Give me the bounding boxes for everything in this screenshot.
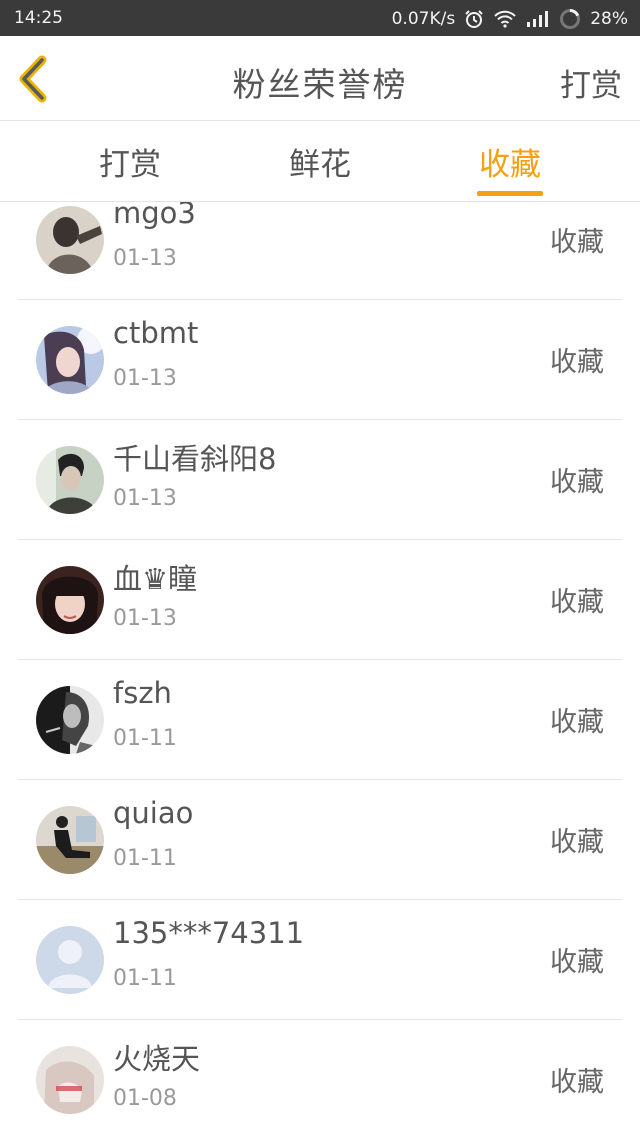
action-label: 收藏 xyxy=(550,587,604,618)
date: 01-13 xyxy=(113,486,177,511)
status-right-group: 0.07K/s 28% xyxy=(392,8,628,30)
username: mgo3 xyxy=(113,202,196,230)
list-item[interactable]: 火烧天 01-08 收藏 xyxy=(0,1020,640,1138)
username: ctbmt xyxy=(113,316,199,350)
action-label: 收藏 xyxy=(550,467,604,498)
action-label: 收藏 xyxy=(550,947,604,978)
avatar xyxy=(36,206,104,274)
fan-list[interactable]: mgo3 01-13 收藏 ctbmt 01-13 收藏 千山看斜阳8 01-1… xyxy=(0,202,640,1138)
avatar xyxy=(36,1046,104,1114)
active-tab-indicator xyxy=(477,191,543,196)
list-item[interactable]: mgo3 01-13 收藏 xyxy=(0,202,640,300)
action-label: 收藏 xyxy=(550,1067,604,1098)
action-label: 收藏 xyxy=(550,827,604,858)
tab-bar: 打赏 鲜花 收藏 xyxy=(0,121,640,202)
date: 01-11 xyxy=(113,726,177,751)
date: 01-08 xyxy=(113,1086,177,1111)
username: 135***74311 xyxy=(113,916,305,950)
back-button[interactable] xyxy=(12,54,60,104)
tab-flowers[interactable]: 鲜花 xyxy=(260,139,380,184)
username: fszh xyxy=(113,676,172,710)
tab-favorites[interactable]: 收藏 xyxy=(450,139,570,184)
status-time: 14:25 xyxy=(14,8,63,28)
username: 火烧天 xyxy=(113,1042,201,1076)
list-item[interactable]: fszh 01-11 收藏 xyxy=(0,660,640,780)
list-item[interactable]: quiao 01-11 收藏 xyxy=(0,780,640,900)
page-title: 粉丝荣誉榜 xyxy=(232,65,408,104)
battery-level: 28% xyxy=(590,9,628,29)
tab-reward[interactable]: 打赏 xyxy=(70,139,190,184)
date: 01-11 xyxy=(113,966,177,991)
list-item[interactable]: ctbmt 01-13 收藏 xyxy=(0,300,640,420)
alarm-icon xyxy=(464,9,484,29)
avatar xyxy=(36,566,104,634)
action-label: 收藏 xyxy=(550,707,604,738)
avatar xyxy=(36,686,104,754)
date: 01-13 xyxy=(113,366,177,391)
avatar xyxy=(36,326,104,394)
avatar xyxy=(36,926,104,994)
signal-icon xyxy=(526,11,550,27)
date: 01-13 xyxy=(113,606,177,631)
list-item[interactable]: 135***74311 01-11 收藏 xyxy=(0,900,640,1020)
action-label: 收藏 xyxy=(550,347,604,378)
username: quiao xyxy=(113,796,194,830)
avatar xyxy=(36,806,104,874)
network-speed: 0.07K/s xyxy=(391,9,456,29)
username: 血♛瞳 xyxy=(113,562,197,596)
username: 千山看斜阳8 xyxy=(113,442,277,476)
date: 01-13 xyxy=(113,246,177,271)
battery-icon xyxy=(559,8,581,30)
avatar xyxy=(36,446,104,514)
list-item[interactable]: 血♛瞳 01-13 收藏 xyxy=(0,540,640,660)
reward-button[interactable]: 打赏 xyxy=(560,60,622,105)
chevron-left-icon xyxy=(12,55,60,108)
status-bar: 14:25 0.07K/s 28% xyxy=(0,0,640,36)
list-item[interactable]: 千山看斜阳8 01-13 收藏 xyxy=(0,420,640,540)
header-bar: 粉丝荣誉榜 打赏 xyxy=(0,36,640,121)
date: 01-11 xyxy=(113,846,177,871)
action-label: 收藏 xyxy=(550,227,604,258)
wifi-icon xyxy=(493,10,517,28)
